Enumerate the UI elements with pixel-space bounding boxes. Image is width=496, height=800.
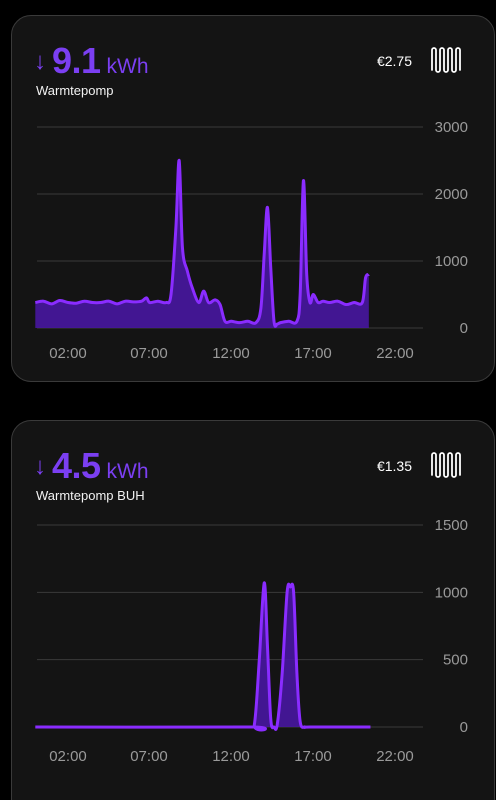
x-tick-label: 12:00 <box>212 748 250 765</box>
warmtepomp-buh-chart[interactable]: 1500 1000 500 0 02:00 07:00 12:00 17:00 22:00 <box>12 421 495 800</box>
y-tick-label: 1000 <box>435 584 468 601</box>
x-tick-label: 17:00 <box>294 345 332 362</box>
x-tick-label: 07:00 <box>130 748 168 765</box>
y-tick-label: 3000 <box>435 119 468 136</box>
x-tick-label: 07:00 <box>130 345 168 362</box>
x-tick-label: 22:00 <box>376 748 414 765</box>
x-tick-label: 02:00 <box>49 345 87 362</box>
series-line <box>35 581 371 732</box>
y-tick-label: 2000 <box>435 186 468 203</box>
warmtepomp-chart[interactable]: 3000 2000 1000 0 02:00 07:00 12:00 17:00 22:00 <box>12 16 495 382</box>
y-tick-label: 1000 <box>435 253 468 270</box>
y-tick-label: 500 <box>443 652 468 669</box>
y-tick-label: 0 <box>460 719 468 736</box>
x-tick-label: 12:00 <box>212 345 250 362</box>
x-tick-label: 02:00 <box>49 748 87 765</box>
warmtepomp-buh-card[interactable]: ↓ 4.5 kWh Warmtepomp BUH €1.35 1500 1000 5… <box>11 420 495 800</box>
x-tick-label: 22:00 <box>376 345 414 362</box>
y-tick-label: 0 <box>460 320 468 337</box>
warmtepomp-card[interactable]: ↓ 9.1 kWh Warmtepomp €2.75 3000 2000 1000 0… <box>11 15 495 382</box>
series-area <box>35 582 371 730</box>
x-tick-label: 17:00 <box>294 748 332 765</box>
y-tick-label: 1500 <box>435 517 468 534</box>
